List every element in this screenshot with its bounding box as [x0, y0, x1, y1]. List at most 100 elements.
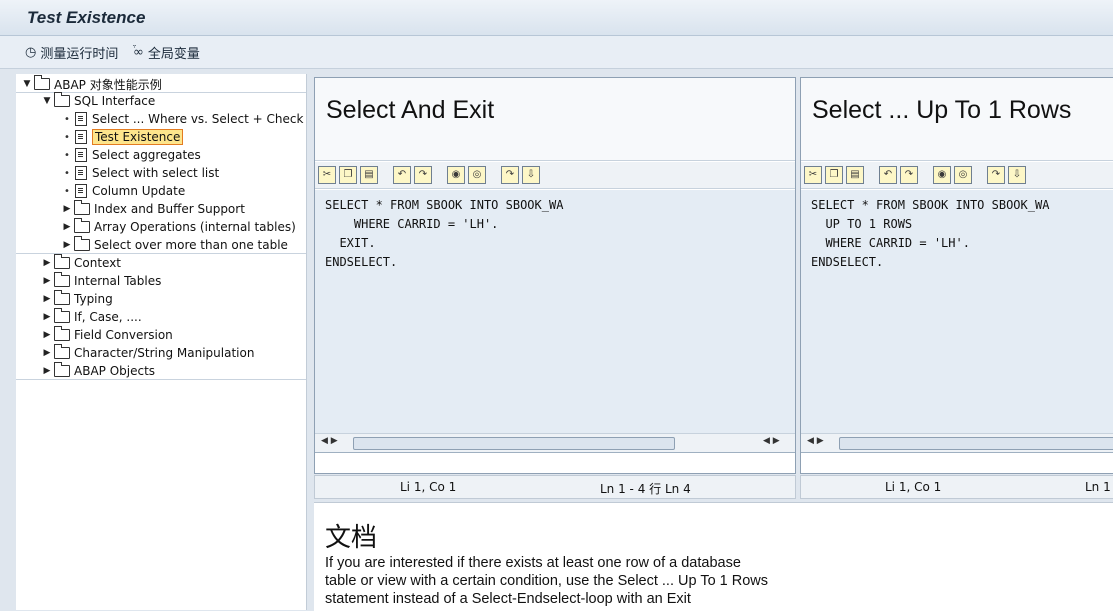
- scroll-arrows-icon[interactable]: ◀ ▶: [321, 436, 338, 446]
- tree-item-label: Test Existence: [92, 129, 184, 145]
- documentation-panel: 文档 If you are interested if there exists…: [314, 502, 1113, 611]
- bullet-icon: •: [64, 113, 70, 125]
- line-count: Ln 1 - 4 行 Ln 4: [600, 482, 691, 496]
- folder-open-icon: [34, 75, 50, 90]
- tree-folder[interactable]: ▶ Internal Tables: [42, 272, 161, 290]
- scrollbar-thumb[interactable]: [839, 437, 1113, 450]
- tree-folder-label: If, Case, ....: [74, 310, 142, 324]
- folder-icon: [54, 326, 70, 341]
- tree-folder[interactable]: ▶ Context: [42, 254, 121, 272]
- tree-folder-label: Field Conversion: [74, 328, 173, 342]
- tree-item[interactable]: • Column Update: [62, 182, 185, 200]
- tree-item[interactable]: • Select ... Where vs. Select + Check: [62, 110, 303, 128]
- tree-divider: [16, 379, 306, 380]
- tree-folder[interactable]: ▶ Index and Buffer Support: [62, 200, 245, 218]
- tree-node-label: ABAP 对象性能示例: [54, 77, 162, 92]
- scroll-arrows-icon[interactable]: ◀ ▶: [807, 436, 824, 446]
- collapse-arrow-icon[interactable]: ▶: [42, 258, 52, 268]
- measure-runtime-button[interactable]: ◷ 测量运行时间: [25, 43, 118, 62]
- window-title: Test Existence: [27, 8, 146, 27]
- global-variables-button[interactable]: ֒∞ 全局变量: [133, 43, 200, 62]
- expand-arrow-icon[interactable]: ▼: [42, 96, 52, 106]
- left-editor-pane: Select And Exit ✂ ❐ ▤ ↶ ↷ ◉ ◎ ↷ ⇩ SELECT…: [314, 77, 796, 474]
- find-icon[interactable]: ◉: [933, 166, 951, 184]
- global-variables-label: 全局变量: [147, 47, 200, 62]
- document-icon: [75, 184, 87, 198]
- document-icon: [75, 166, 87, 180]
- document-icon: [75, 130, 87, 144]
- copy-icon[interactable]: ❐: [825, 166, 843, 184]
- collapse-arrow-icon[interactable]: ▶: [42, 366, 52, 376]
- tree-folder-label: Select over more than one table: [94, 238, 288, 252]
- folder-icon: [54, 290, 70, 305]
- collapse-arrow-icon[interactable]: ▶: [42, 294, 52, 304]
- copy-icon[interactable]: ❐: [339, 166, 357, 184]
- download-icon[interactable]: ⇩: [522, 166, 540, 184]
- tree-folder-label: Array Operations (internal tables): [94, 220, 296, 234]
- cut-icon[interactable]: ✂: [318, 166, 336, 184]
- collapse-arrow-icon[interactable]: ▶: [62, 204, 72, 214]
- paste-icon[interactable]: ▤: [360, 166, 378, 184]
- undo-icon[interactable]: ↶: [393, 166, 411, 184]
- pane-header: Select And Exit: [315, 78, 795, 161]
- tree-item[interactable]: • Select aggregates: [62, 146, 201, 164]
- tree-item[interactable]: • Select with select list: [62, 164, 219, 182]
- find-next-icon[interactable]: ◎: [954, 166, 972, 184]
- tree-folder[interactable]: ▶ Field Conversion: [42, 326, 173, 344]
- tree-item-selected[interactable]: • Test Existence: [62, 128, 184, 146]
- bullet-icon: •: [64, 185, 70, 197]
- find-next-icon[interactable]: ◎: [468, 166, 486, 184]
- collapse-arrow-icon[interactable]: ▶: [42, 348, 52, 358]
- collapse-arrow-icon[interactable]: ▶: [62, 222, 72, 232]
- application-toolbar: ◷ 测量运行时间 ֒∞ 全局变量: [0, 36, 1113, 69]
- insert-icon[interactable]: ↷: [501, 166, 519, 184]
- paste-icon[interactable]: ▤: [846, 166, 864, 184]
- scroll-arrows-icon[interactable]: ◀ ▶: [763, 436, 780, 446]
- download-icon[interactable]: ⇩: [1008, 166, 1026, 184]
- cut-icon[interactable]: ✂: [804, 166, 822, 184]
- tree-folder[interactable]: ▶ Array Operations (internal tables): [62, 218, 296, 236]
- folder-icon: [54, 344, 70, 359]
- tree-item-label: Select ... Where vs. Select + Check: [92, 112, 304, 126]
- code-text[interactable]: SELECT * FROM SBOOK INTO SBOOK_WA WHERE …: [325, 196, 563, 272]
- collapse-arrow-icon[interactable]: ▶: [42, 330, 52, 340]
- bullet-icon: •: [64, 167, 70, 179]
- tree-folder-label: Index and Buffer Support: [94, 202, 245, 216]
- tree-folder[interactable]: ▶ If, Case, ....: [42, 308, 142, 326]
- document-icon: [75, 112, 87, 126]
- folder-icon: [54, 272, 70, 287]
- tree-folder[interactable]: ▶ Character/String Manipulation: [42, 344, 254, 362]
- measure-runtime-label: 测量运行时间: [40, 47, 119, 62]
- redo-icon[interactable]: ↷: [900, 166, 918, 184]
- horizontal-scrollbar[interactable]: ◀ ▶: [801, 433, 1113, 452]
- tree-folder-label: Context: [74, 256, 122, 270]
- pane-title: Select And Exit: [326, 96, 495, 124]
- collapse-arrow-icon[interactable]: ▶: [42, 312, 52, 322]
- code-editor[interactable]: SELECT * FROM SBOOK INTO SBOOK_WA UP TO …: [801, 190, 1113, 453]
- tree-folder-label: Internal Tables: [74, 274, 162, 288]
- expand-arrow-icon[interactable]: ▼: [22, 79, 32, 89]
- tree-node-sql-interface[interactable]: ▼ SQL Interface: [42, 92, 155, 110]
- documentation-title: 文档: [325, 523, 378, 553]
- collapse-arrow-icon[interactable]: ▶: [42, 276, 52, 286]
- editor-toolbar: ✂ ❐ ▤ ↶ ↷ ◉ ◎ ↷ ⇩: [315, 162, 795, 189]
- folder-icon: [74, 218, 90, 233]
- cursor-position: Li 1, Co 1: [885, 480, 942, 494]
- code-editor[interactable]: SELECT * FROM SBOOK INTO SBOOK_WA WHERE …: [315, 190, 795, 453]
- find-icon[interactable]: ◉: [447, 166, 465, 184]
- horizontal-scrollbar[interactable]: ◀ ▶ ◀ ▶: [315, 433, 795, 452]
- code-text[interactable]: SELECT * FROM SBOOK INTO SBOOK_WA UP TO …: [811, 196, 1049, 272]
- window-title-bar: Test Existence: [0, 0, 1113, 36]
- redo-icon[interactable]: ↷: [414, 166, 432, 184]
- tree-folder-label: Typing: [74, 292, 113, 306]
- scrollbar-thumb[interactable]: [353, 437, 675, 450]
- insert-icon[interactable]: ↷: [987, 166, 1005, 184]
- tree-item-label: Select with select list: [92, 166, 220, 180]
- tree-node-root[interactable]: ▼ ABAP 对象性能示例: [22, 75, 162, 93]
- undo-icon[interactable]: ↶: [879, 166, 897, 184]
- folder-open-icon: [54, 92, 70, 107]
- collapse-arrow-icon[interactable]: ▶: [62, 240, 72, 250]
- tree-folder[interactable]: ▶ ABAP Objects: [42, 362, 155, 380]
- tree-folder[interactable]: ▶ Typing: [42, 290, 113, 308]
- tree-folder[interactable]: ▶ Select over more than one table: [62, 236, 288, 254]
